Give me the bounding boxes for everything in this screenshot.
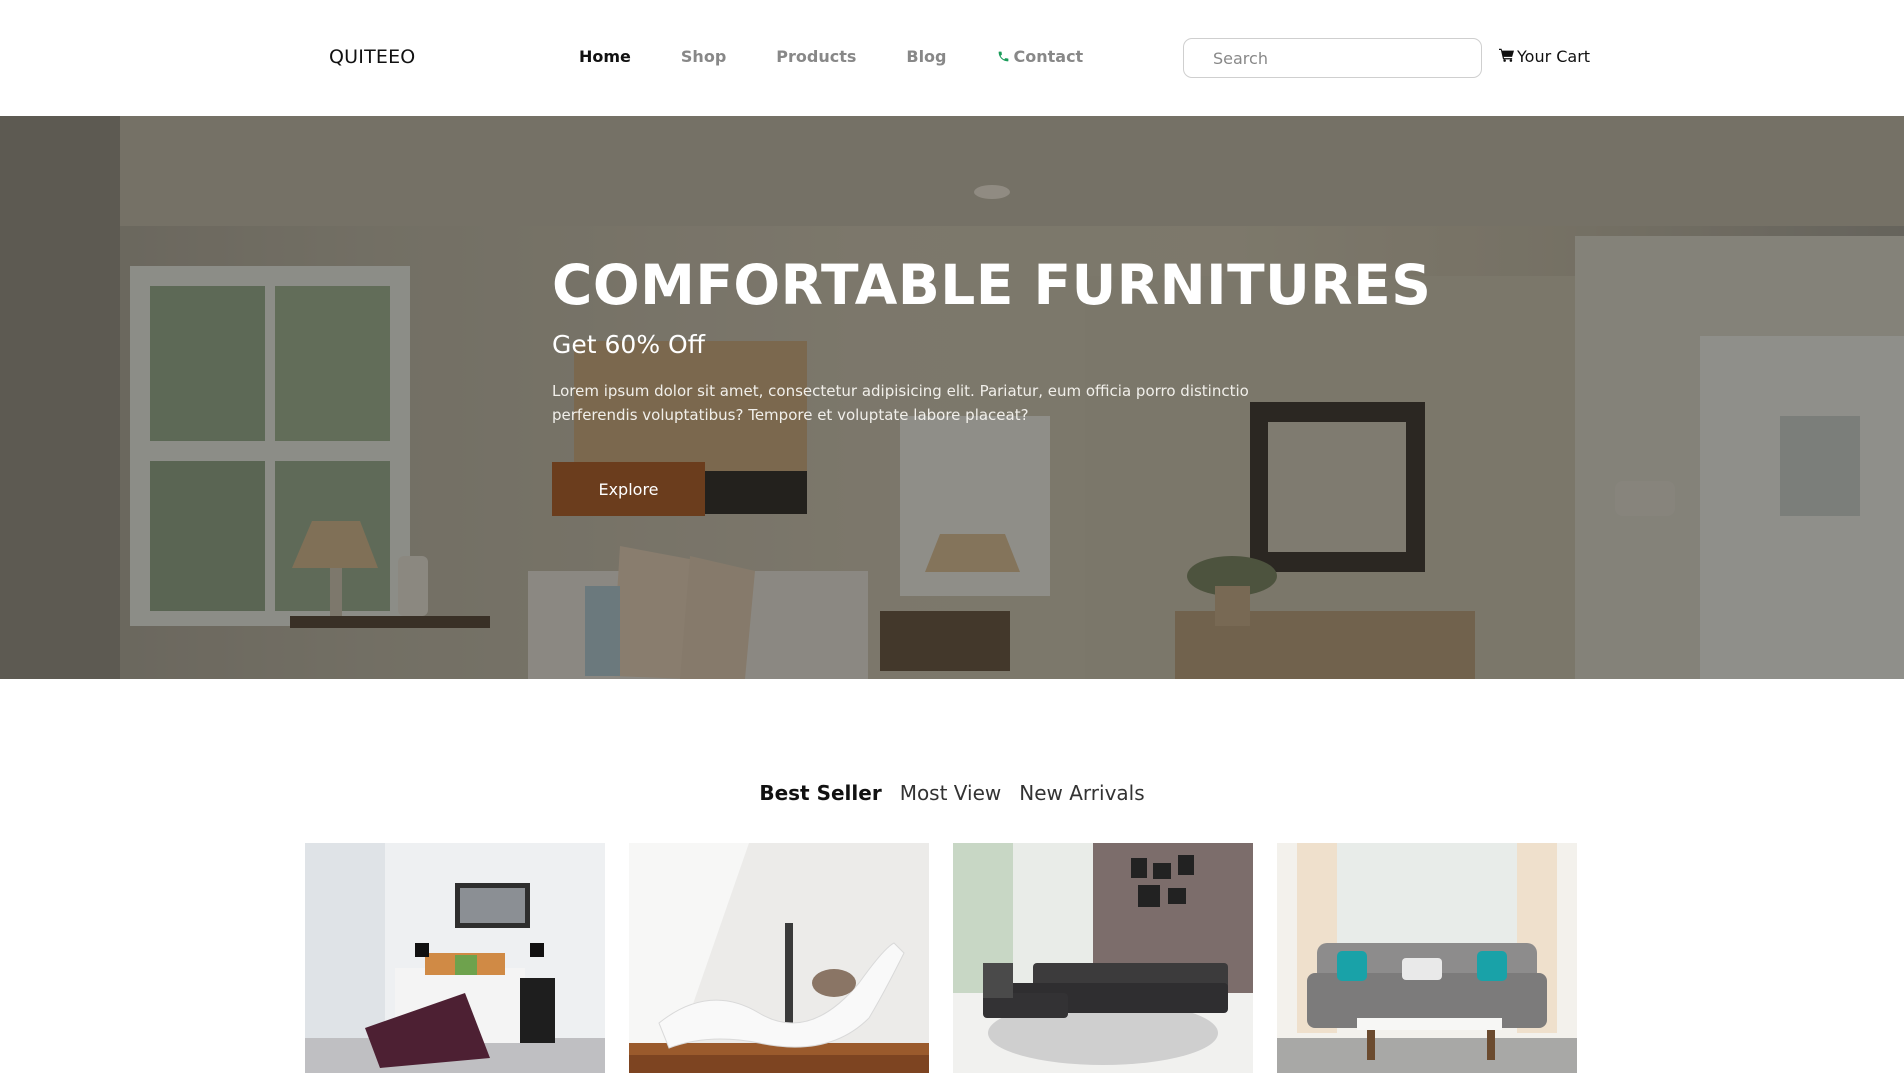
brand-logo[interactable]: QUITEEO bbox=[329, 46, 415, 68]
search-input[interactable] bbox=[1183, 38, 1482, 78]
grey-sofa-living-room-photo bbox=[1277, 843, 1577, 1073]
product-card[interactable] bbox=[1277, 843, 1577, 1073]
cart-label: Your Cart bbox=[1517, 47, 1591, 66]
product-card[interactable] bbox=[305, 843, 605, 1073]
hero-subtitle: Get 60% Off bbox=[552, 330, 705, 359]
navbar: QUITEEO Home Shop Products Blog Contact … bbox=[0, 0, 1904, 116]
tab-new-arrivals[interactable]: New Arrivals bbox=[1019, 781, 1144, 805]
bedroom-photo bbox=[305, 843, 605, 1073]
nav-blog[interactable]: Blog bbox=[906, 47, 946, 66]
tab-best-seller[interactable]: Best Seller bbox=[759, 781, 881, 805]
hero-description: Lorem ipsum dolor sit amet, consectetur … bbox=[552, 382, 1249, 424]
cart-icon bbox=[1499, 47, 1517, 66]
product-card[interactable] bbox=[629, 843, 929, 1073]
nav-contact-label: Contact bbox=[1013, 47, 1084, 66]
hero-content: COMFORTABLE FURNITURES Get 60% Off Lorem… bbox=[552, 253, 1432, 516]
dark-sectional-sofa-photo bbox=[953, 843, 1253, 1073]
phone-icon bbox=[997, 50, 1010, 63]
nav-products[interactable]: Products bbox=[776, 47, 856, 66]
nav-home[interactable]: Home bbox=[579, 47, 631, 66]
product-tabs: Best Seller Most View New Arrivals bbox=[0, 781, 1904, 805]
hero-title: COMFORTABLE FURNITURES bbox=[552, 253, 1432, 317]
product-grid bbox=[305, 843, 1577, 1073]
explore-button[interactable]: Explore bbox=[552, 462, 705, 516]
product-card[interactable] bbox=[953, 843, 1253, 1073]
nav-contact[interactable]: Contact bbox=[997, 47, 1084, 66]
hero-banner: COMFORTABLE FURNITURES Get 60% Off Lorem… bbox=[0, 116, 1904, 679]
cart-button[interactable]: Your Cart bbox=[1499, 47, 1590, 66]
white-chaise-lounge-photo bbox=[629, 843, 929, 1073]
main-nav: Home Shop Products Blog Contact bbox=[579, 47, 1133, 66]
tab-most-view[interactable]: Most View bbox=[900, 781, 1002, 805]
nav-shop[interactable]: Shop bbox=[681, 47, 726, 66]
